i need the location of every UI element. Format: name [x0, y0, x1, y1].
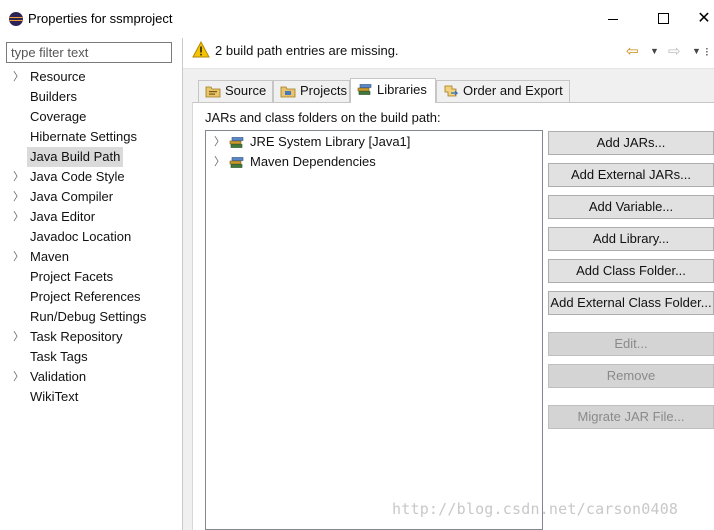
sidebar-item-label: Maven [30, 249, 70, 264]
forward-dropdown-icon[interactable]: ▼ [692, 46, 701, 56]
sidebar-item-validation[interactable]: 〉 Validation [0, 367, 182, 387]
tab-order-and-export[interactable]: Order and Export [436, 80, 570, 102]
sidebar-item-java-compiler[interactable]: 〉 Java Compiler [0, 187, 182, 207]
sidebar-item-label: Coverage [30, 109, 87, 124]
sidebar-item-maven[interactable]: 〉 Maven [0, 247, 182, 267]
sidebar-item-run-debug-settings[interactable]: Run/Debug Settings [0, 307, 182, 327]
add-external-class-folder-button[interactable]: Add External Class Folder... [548, 291, 714, 315]
sidebar-item-java-code-style[interactable]: 〉 Java Code Style [0, 167, 182, 187]
close-button[interactable]: ✕ [694, 7, 714, 31]
sidebar-item-label: Java Editor [30, 209, 96, 224]
source-folder-icon [205, 86, 221, 98]
sidebar-item-label: Validation [30, 369, 87, 384]
content-separator [183, 68, 714, 69]
sidebar-item-label: Project References [30, 289, 141, 304]
sidebar-item-project-facets[interactable]: Project Facets [0, 267, 182, 287]
library-entry-label: JRE System Library [Java1] [250, 134, 411, 149]
chevron-right-icon[interactable]: 〉 [13, 327, 24, 347]
add-class-folder-button[interactable]: Add Class Folder... [548, 259, 714, 283]
sidebar-item-project-references[interactable]: Project References [0, 287, 182, 307]
sidebar-item-label: Java Build Path [27, 147, 124, 167]
sidebar-item-coverage[interactable]: Coverage [0, 107, 182, 127]
sidebar-item-label: Javadoc Location [30, 229, 132, 244]
add-variable-button[interactable]: Add Variable... [548, 195, 714, 219]
chevron-right-icon[interactable]: 〉 [13, 207, 24, 227]
maximize-button[interactable] [648, 7, 678, 31]
projects-icon [280, 86, 296, 98]
watermark: http://blog.csdn.net/carson0408 [392, 500, 679, 518]
title-bar: Properties for ssmproject ✕ [0, 0, 714, 38]
back-dropdown-icon[interactable]: ▼ [650, 46, 659, 56]
view-menu-icon[interactable]: ⁝ [705, 44, 713, 60]
tab-source[interactable]: Source [198, 80, 273, 102]
tab-label: Source [225, 83, 267, 98]
libraries-icon [357, 84, 372, 95]
status-message: 2 build path entries are missing. [215, 43, 399, 58]
sidebar-item-javadoc-location[interactable]: Javadoc Location [0, 227, 182, 247]
sidebar-item-label: Task Tags [30, 349, 88, 364]
libraries-heading: JARs and class folders on the build path… [205, 110, 441, 125]
window-title: Properties for ssmproject [28, 11, 173, 26]
sidebar-item-label: Java Code Style [30, 169, 125, 184]
tab-label: Order and Export [463, 83, 563, 98]
sidebar-item-builders[interactable]: Builders [0, 87, 182, 107]
add-external-jars-button[interactable]: Add External JARs... [548, 163, 714, 187]
tab-label: Projects [300, 83, 347, 98]
sidebar-item-task-repository[interactable]: 〉 Task Repository [0, 327, 182, 347]
chevron-right-icon[interactable]: 〉 [13, 67, 24, 87]
minimize-icon [608, 19, 618, 20]
sidebar-item-java-editor[interactable]: 〉 Java Editor [0, 207, 182, 227]
migrate-jar-button[interactable]: Migrate JAR File... [548, 405, 714, 429]
library-tree[interactable]: 〉 JRE System Library [Java1] 〉 Maven Dep… [205, 130, 543, 530]
sidebar-item-label: Hibernate Settings [30, 129, 137, 144]
chevron-right-icon[interactable]: 〉 [13, 167, 24, 187]
chevron-right-icon[interactable]: 〉 [13, 187, 24, 207]
sidebar-item-hibernate-settings[interactable]: Hibernate Settings [0, 127, 182, 147]
maximize-icon [657, 13, 669, 24]
sidebar-item-label: Project Facets [30, 269, 114, 284]
sidebar-item-label: Task Repository [30, 329, 123, 344]
chevron-right-icon[interactable]: 〉 [13, 247, 24, 267]
tab-projects[interactable]: Projects [273, 80, 350, 102]
remove-button[interactable]: Remove [548, 364, 714, 388]
sidebar-item-label: WikiText [30, 389, 79, 404]
order-export-icon [444, 85, 459, 97]
sidebar-item-java-build-path[interactable]: Java Build Path [0, 147, 182, 167]
library-icon [229, 137, 244, 148]
back-arrow-icon[interactable]: ⇦ [626, 44, 639, 60]
eclipse-icon [9, 12, 23, 26]
add-library-button[interactable]: Add Library... [548, 227, 714, 251]
sidebar-item-task-tags[interactable]: Task Tags [0, 347, 182, 367]
library-entry-label: Maven Dependencies [250, 154, 376, 169]
chevron-right-icon[interactable]: 〉 [214, 132, 225, 152]
filter-input[interactable] [6, 42, 172, 63]
add-jars-button[interactable]: Add JARs... [548, 131, 714, 155]
close-icon: ✕ [697, 10, 711, 27]
warning-icon [192, 41, 210, 58]
chevron-right-icon[interactable]: 〉 [13, 367, 24, 387]
sidebar-item-resource[interactable]: 〉 Resource [0, 67, 182, 87]
tab-label: Libraries [377, 82, 427, 97]
chevron-right-icon[interactable]: 〉 [214, 152, 225, 172]
sidebar-item-label: Java Compiler [30, 189, 114, 204]
tab-libraries[interactable]: Libraries [350, 78, 436, 103]
sidebar-item-wikitext[interactable]: WikiText [0, 387, 182, 407]
library-icon [229, 157, 244, 168]
edit-button[interactable]: Edit... [548, 332, 714, 356]
forward-arrow-icon[interactable]: ⇨ [668, 44, 681, 60]
sidebar-item-label: Builders [30, 89, 77, 104]
sidebar-item-label: Resource [30, 69, 86, 84]
property-page-tree: 〉 Resource Builders Coverage Hibernate Se… [0, 67, 182, 407]
minimize-button[interactable] [598, 7, 628, 31]
sidebar-item-label: Run/Debug Settings [30, 309, 147, 324]
